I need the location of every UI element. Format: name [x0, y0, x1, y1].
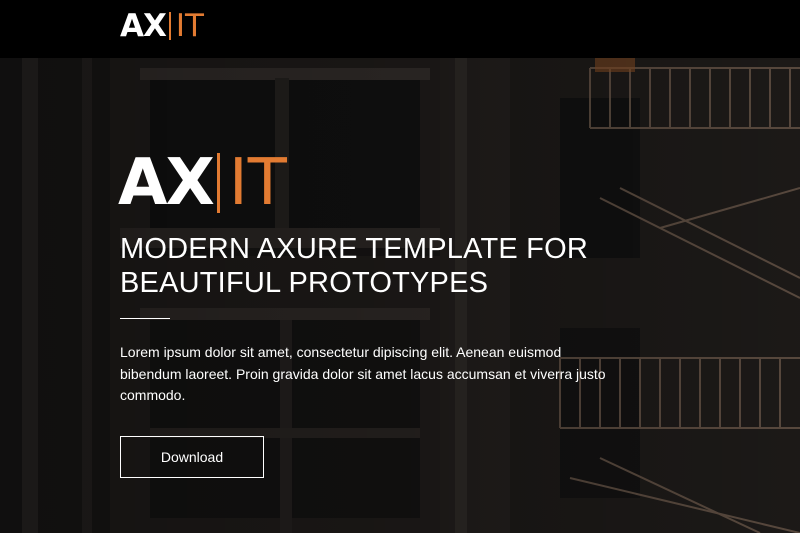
navbar-logo[interactable]: AX IT — [120, 9, 204, 43]
hero-headline: MODERN AXURE TEMPLATE FOR BEAUTIFUL PROT… — [120, 233, 588, 299]
page: AX IT AX IT MODERN AXURE TEMPLATE FOR BE… — [0, 0, 800, 533]
hero-description: Lorem ipsum dolor sit amet, consectetur … — [120, 344, 606, 403]
download-button[interactable]: Download — [120, 436, 264, 478]
hero-logo-separator — [216, 153, 220, 213]
top-navbar: AX IT — [0, 0, 800, 58]
logo-text-it: IT — [175, 8, 204, 44]
download-button-label: Download — [160, 449, 224, 465]
logo-separator — [168, 12, 171, 40]
hero-logo: AX IT — [118, 150, 287, 216]
hero-logo-text-it: IT — [228, 146, 287, 220]
hero-logo-text-ax: AX — [118, 146, 215, 220]
logo-text-ax: AX — [120, 8, 167, 44]
hero-divider — [120, 318, 170, 319]
